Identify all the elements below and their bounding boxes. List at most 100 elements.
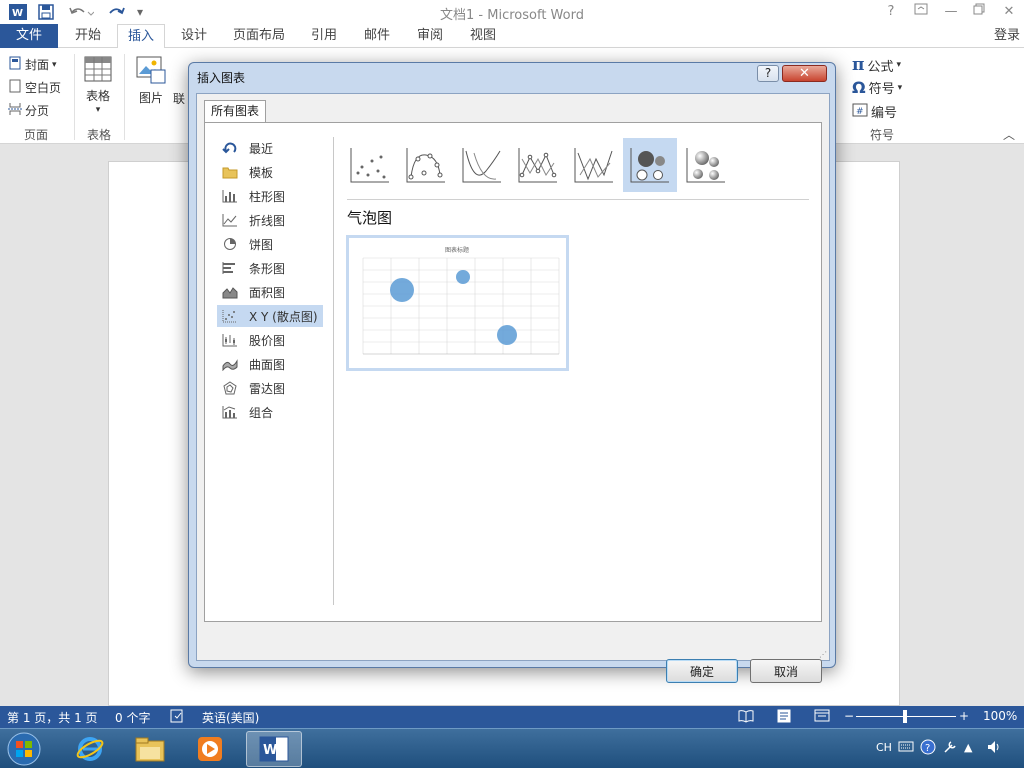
tab-design[interactable]: 设计 [172,24,216,48]
zoom-in-icon[interactable]: + [959,709,969,723]
cancel-button[interactable]: 取消 [750,659,822,683]
zoom-level[interactable]: 100% [983,709,1017,723]
category-area[interactable]: 面积图 [217,281,323,303]
word-taskbar-button[interactable]: W [246,731,302,767]
category-templates[interactable]: 模板 [217,161,323,183]
3d-bubble-subtype-button[interactable] [679,138,733,192]
line-chart-icon [220,212,240,228]
title-bar: W ▾ 文档1 - Microsoft Word ? — ✕ [0,0,1024,24]
preview-bubble [497,325,517,345]
scatter-straight-markers-button[interactable] [511,138,565,192]
combo-chart-icon [220,404,240,420]
word-count[interactable]: 0 个字 [115,709,150,726]
tab-references[interactable]: 引用 [302,24,346,48]
equation-button[interactable]: π 公式 ▾ [852,55,901,75]
language-status[interactable]: 英语(美国) [202,709,259,726]
online-pictures-label[interactable]: 联 [173,90,185,107]
blank-page-label: 空白页 [25,81,62,95]
internet-explorer-icon[interactable] [62,731,118,767]
pi-icon: π [852,55,865,75]
tab-file[interactable]: 文件 [0,24,58,48]
tab-all-charts[interactable]: 所有图表 [204,100,267,123]
media-player-icon[interactable] [182,731,238,767]
read-mode-icon[interactable] [738,709,754,726]
page-count[interactable]: 第 1 页，共 1 页 [7,709,98,726]
tab-view[interactable]: 视图 [461,24,505,48]
minimize-icon[interactable]: — [940,3,962,21]
collapse-ribbon-icon[interactable]: ︿ [1003,126,1015,143]
symbol-button[interactable]: Ω 符号 ▾ [852,78,902,97]
preview-chart-title: 图表标题 [445,246,469,254]
word-app-icon: W [259,736,289,762]
proofing-icon[interactable] [170,709,186,726]
category-xy-scatter[interactable]: X Y (散点图) [217,305,323,327]
blank-page-button[interactable]: 空白页 [8,79,61,96]
keyboard-icon[interactable] [898,739,914,756]
3d-bubble-icon [686,148,725,183]
start-button[interactable] [2,731,46,767]
category-stock[interactable]: 股价图 [217,329,323,351]
tab-mailings[interactable]: 邮件 [355,24,399,48]
volume-icon[interactable] [986,739,1002,758]
chevron-down-icon: ▾ [897,82,903,93]
chevron-down-icon: ▾ [52,59,57,70]
page-break-button[interactable]: 分页 [8,102,49,119]
category-line[interactable]: 折线图 [217,209,323,231]
number-icon: # [852,103,868,121]
scatter-subtype-button[interactable] [343,138,397,192]
category-bar[interactable]: 条形图 [217,257,323,279]
close-window-icon[interactable]: ✕ [998,3,1020,21]
svg-text:#: # [856,107,864,117]
scatter-straight-lines-button[interactable] [567,138,621,192]
table-icon [84,56,112,85]
tab-insert[interactable]: 插入 [117,24,165,49]
tab-layout[interactable]: 页面布局 [226,24,292,48]
recent-icon [220,140,240,156]
category-surface[interactable]: 曲面图 [217,353,323,375]
chart-category-list: 最近 模板 柱形图 折线图 饼图 条形图 面积图 X Y (散点图) 股价图 曲… [205,123,333,607]
file-explorer-icon[interactable] [122,731,178,767]
picture-button[interactable]: 图片 [136,56,166,106]
ime-indicator[interactable]: CH [876,741,892,754]
ribbon-display-options-icon[interactable] [910,3,932,21]
category-combo[interactable]: 组合 [217,401,323,423]
table-button[interactable]: 表格 ▾ [84,56,112,115]
category-label: 曲面图 [249,357,286,372]
restore-icon[interactable] [968,3,990,21]
ok-button[interactable]: 确定 [666,659,738,683]
dialog-title: 插入图表 [197,71,246,85]
tools-tray-icon[interactable] [942,739,958,758]
help-icon[interactable]: ? [880,3,902,21]
category-pie[interactable]: 饼图 [217,233,323,255]
svg-text:?: ? [925,743,930,754]
category-radar[interactable]: 雷达图 [217,377,323,399]
category-label: 条形图 [249,261,286,276]
bubble-chart-preview: 图表标题 [362,246,560,355]
chevron-down-icon: ▾ [95,105,101,115]
scatter-smooth-markers-button[interactable] [399,138,453,192]
zoom-out-icon[interactable]: − [844,709,854,723]
show-hidden-icons-icon[interactable]: ▲ [964,741,972,754]
sign-in-link[interactable]: 登录 [994,24,1020,48]
category-recent[interactable]: 最近 [217,137,323,159]
bubble-subtype-button[interactable] [623,138,677,192]
tab-review[interactable]: 审阅 [408,24,452,48]
web-layout-icon[interactable] [814,709,830,726]
bubble-icon [630,148,669,183]
dialog-close-icon[interactable]: ✕ [782,65,827,82]
window-title: 文档1 - Microsoft Word [440,8,584,23]
preview-bubble [390,278,414,302]
scatter-smooth-lines-button[interactable] [455,138,509,192]
zoom-slider-thumb[interactable] [903,710,907,723]
dialog-help-button[interactable]: ? [757,65,779,82]
cover-page-button[interactable]: 封面 ▾ [8,56,57,73]
category-column[interactable]: 柱形图 [217,185,323,207]
blank-page-icon [8,79,22,96]
word-window: W ▾ 文档1 - Microsoft Word ? — ✕ 文件 开始 插入 … [0,0,1024,768]
number-button[interactable]: # 编号 [852,102,897,121]
tab-home[interactable]: 开始 [66,24,110,48]
print-layout-icon[interactable] [776,709,792,726]
chart-preview[interactable]: 图表标题 [346,235,569,371]
resize-grip-icon[interactable]: ⋰ [819,650,827,659]
help-tray-icon[interactable]: ? [920,739,936,758]
